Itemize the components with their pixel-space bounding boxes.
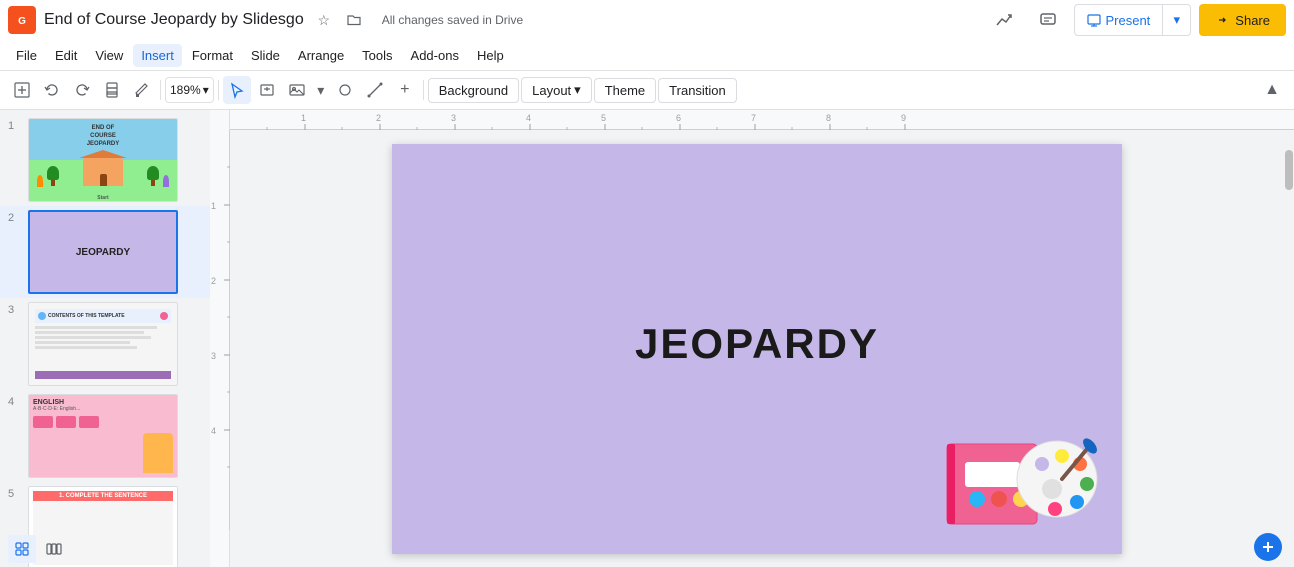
separator-3 xyxy=(423,80,424,100)
slide-canvas[interactable]: JEOPARDY xyxy=(392,144,1122,554)
slide-number-1: 1 xyxy=(8,118,22,132)
svg-text:5: 5 xyxy=(601,113,606,123)
svg-text:G: G xyxy=(18,16,26,27)
ruler-horizontal: 1 2 3 4 5 6 7 8 9 xyxy=(230,110,1294,130)
select-tool-icon[interactable] xyxy=(223,76,251,104)
menu-file[interactable]: File xyxy=(8,44,45,67)
separator-1 xyxy=(160,80,161,100)
slide-number-4: 4 xyxy=(8,394,22,408)
analytics-icon[interactable] xyxy=(986,2,1022,38)
slide-main-title: JEOPARDY xyxy=(635,320,879,368)
menu-insert[interactable]: Insert xyxy=(133,44,182,67)
theme-button[interactable]: Theme xyxy=(594,78,656,103)
layout-label: Layout xyxy=(532,83,571,98)
slide-item-2[interactable]: 2 JEOPARDY xyxy=(0,206,210,298)
toolbar: 189% ▾ ▾ xyxy=(0,70,1294,110)
svg-text:2: 2 xyxy=(211,276,216,286)
title-icons: ☆ xyxy=(312,8,366,32)
menu-format[interactable]: Format xyxy=(184,44,241,67)
slide-thumb-1: END OFCOURSEJEOPARDY Start xyxy=(28,118,178,202)
menu-tools[interactable]: Tools xyxy=(354,44,400,67)
svg-text:6: 6 xyxy=(676,113,681,123)
text-box-icon[interactable] xyxy=(253,76,281,104)
background-button[interactable]: Background xyxy=(428,78,519,103)
zoom-control[interactable]: 189% ▾ xyxy=(165,77,214,103)
editor-area: 1 2 3 4 5 6 7 8 9 xyxy=(210,110,1294,567)
slide-thumb-3: CONTENTS OF THIS TEMPLATE xyxy=(28,302,178,386)
present-label: Present xyxy=(1105,13,1150,28)
line-icon[interactable] xyxy=(361,76,389,104)
grid-view-btn[interactable] xyxy=(8,535,36,563)
svg-text:4: 4 xyxy=(211,426,216,436)
image-dropdown-icon[interactable]: ▾ xyxy=(313,76,329,104)
main-area: 1 xyxy=(0,110,1294,567)
slide-panel: 1 xyxy=(0,110,210,567)
share-button[interactable]: Share xyxy=(1199,4,1286,36)
paint-format-icon[interactable] xyxy=(128,76,156,104)
svg-text:4: 4 xyxy=(526,113,531,123)
svg-text:9: 9 xyxy=(901,113,906,123)
svg-text:3: 3 xyxy=(211,351,216,361)
filmstrip-view-btn[interactable] xyxy=(40,535,68,563)
slide-canvas-wrap: JEOPARDY xyxy=(230,130,1284,567)
view-buttons xyxy=(8,535,68,563)
app-icon: G xyxy=(8,6,36,34)
slide-number-2: 2 xyxy=(8,210,22,224)
autosave-status[interactable]: All changes saved in Drive xyxy=(382,13,523,27)
folder-icon[interactable] xyxy=(342,8,366,32)
slide-number-3: 3 xyxy=(8,302,22,316)
star-icon[interactable]: ☆ xyxy=(312,8,336,32)
svg-text:1: 1 xyxy=(301,113,306,123)
undo-icon[interactable] xyxy=(38,76,66,104)
title-bar: G End of Course Jeopardy by Slidesgo ☆ A… xyxy=(0,0,1294,40)
transition-button[interactable]: Transition xyxy=(658,78,737,103)
separator-2 xyxy=(218,80,219,100)
image-icon[interactable] xyxy=(283,76,311,104)
menu-bar: File Edit View Insert Format Slide Arran… xyxy=(0,40,1294,70)
present-dropdown-icon[interactable]: ▾ xyxy=(1162,5,1190,35)
canvas-container: 1 2 3 4 JEOPARDY xyxy=(210,130,1294,567)
menu-arrange[interactable]: Arrange xyxy=(290,44,352,67)
zoom-dropdown-icon: ▾ xyxy=(203,83,209,97)
svg-text:1: 1 xyxy=(211,201,216,211)
slide-2-title-mini: JEOPARDY xyxy=(76,247,130,258)
svg-text:8: 8 xyxy=(826,113,831,123)
ruler-top: 1 2 3 4 5 6 7 8 9 xyxy=(210,110,1294,130)
slide-thumb-4: ENGLISH A·B·C·D·E: English... xyxy=(28,394,178,478)
menu-edit[interactable]: Edit xyxy=(47,44,85,67)
layout-button[interactable]: Layout ▾ xyxy=(521,77,592,103)
toolbar-right: ▲ xyxy=(1258,76,1286,104)
add-slide-fab[interactable] xyxy=(1254,533,1282,561)
svg-text:3: 3 xyxy=(451,113,456,123)
collapse-toolbar-icon[interactable]: ▲ xyxy=(1258,76,1286,104)
slide-item-3[interactable]: 3 CONTENTS OF THIS TEMPLATE xyxy=(0,298,210,390)
share-label: Share xyxy=(1235,13,1270,28)
decoration-palette xyxy=(937,414,1107,544)
zoom-value: 189% xyxy=(170,83,201,97)
layout-dropdown-icon: ▾ xyxy=(574,82,581,98)
shapes-icon[interactable] xyxy=(331,76,359,104)
redo-icon[interactable] xyxy=(68,76,96,104)
menu-help[interactable]: Help xyxy=(469,44,512,67)
slide-item-1[interactable]: 1 xyxy=(0,114,210,206)
slide-thumb-2: JEOPARDY xyxy=(28,210,178,294)
ruler-corner xyxy=(210,110,230,130)
vertical-scrollbar[interactable] xyxy=(1284,130,1294,567)
more-tools-icon[interactable]: + xyxy=(391,76,419,104)
menu-view[interactable]: View xyxy=(87,44,131,67)
slide-item-4[interactable]: 4 ENGLISH A·B·C·D·E: English... xyxy=(0,390,210,482)
svg-text:7: 7 xyxy=(751,113,756,123)
document-title: End of Course Jeopardy by Slidesgo xyxy=(44,11,304,29)
present-button[interactable]: Present ▾ xyxy=(1074,4,1191,36)
comment-icon[interactable] xyxy=(1030,2,1066,38)
svg-text:2: 2 xyxy=(376,113,381,123)
header-right: Present ▾ Share xyxy=(986,2,1286,38)
menu-slide[interactable]: Slide xyxy=(243,44,288,67)
add-slide-toolbar-btn[interactable] xyxy=(8,76,36,104)
ruler-vertical: 1 2 3 4 xyxy=(210,130,230,567)
menu-addons[interactable]: Add-ons xyxy=(403,44,467,67)
slide-number-5: 5 xyxy=(8,486,22,500)
print-icon[interactable] xyxy=(98,76,126,104)
